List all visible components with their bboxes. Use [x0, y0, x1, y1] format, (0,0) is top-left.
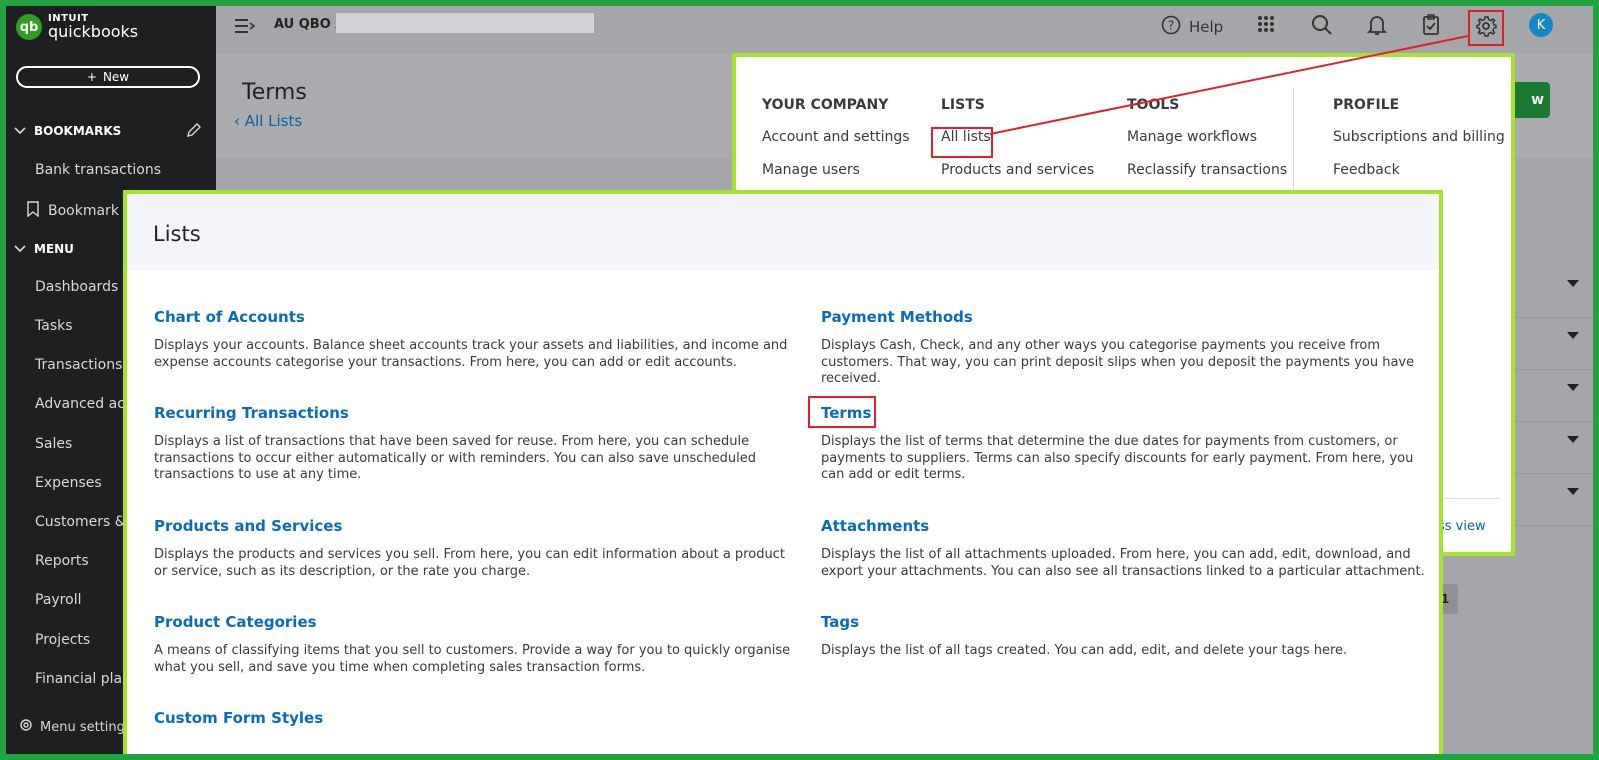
menu-item-manage-workflows[interactable]: Manage workflows [1127, 129, 1287, 145]
caret-down-icon[interactable] [1567, 436, 1579, 443]
sidebar-item-sales[interactable]: Sales [35, 436, 72, 452]
payment-methods-link[interactable]: Payment Methods [821, 308, 973, 326]
chart-of-accounts-desc: Displays your accounts. Balance sheet ac… [154, 338, 788, 370]
menu-item-subscriptions-billing[interactable]: Subscriptions and billing [1333, 129, 1505, 145]
top-bar: AU QBO A ? Help K [216, 6, 1593, 54]
sidebar-item-customers-leads[interactable]: Customers & l [35, 514, 134, 530]
lists-title: Lists [153, 222, 201, 246]
sidebar-item-financial-planning[interactable]: Financial plan [35, 671, 131, 687]
menu-header-tools: TOOLS [1127, 97, 1180, 113]
sidebar-item-tasks[interactable]: Tasks [35, 318, 73, 334]
menu-header-lists: LISTS [941, 97, 985, 113]
menu-header[interactable]: MENU [14, 242, 74, 256]
caret-down-icon[interactable] [1567, 384, 1579, 391]
menu-item-reclassify-transactions[interactable]: Reclassify transactions [1127, 162, 1287, 178]
app-window: qb INTUIT quickbooks + New BOOKMARKS Ban… [6, 6, 1593, 754]
collapse-menu-icon[interactable] [234, 18, 256, 38]
logo-quickbooks-text: quickbooks [48, 22, 139, 41]
terms-desc: Displays the list of terms that determin… [821, 434, 1414, 482]
caret-down-icon[interactable] [1567, 280, 1579, 287]
product-categories-link[interactable]: Product Categories [154, 613, 317, 631]
sidebar-item-expenses[interactable]: Expenses [35, 475, 102, 491]
sidebar-item-payroll[interactable]: Payroll [35, 592, 81, 608]
sidebar-item-bank-transactions[interactable]: Bank transactions [35, 162, 161, 178]
gear-icon [1475, 15, 1497, 41]
all-lists-highlight-box [931, 127, 993, 158]
payment-methods-desc: Displays Cash, Check, and any other ways… [821, 338, 1415, 386]
menu-header-label: MENU [34, 242, 74, 256]
bookmarks-header-label: BOOKMARKS [34, 124, 122, 138]
gear-icon [18, 717, 34, 737]
svg-text:?: ? [1168, 19, 1174, 33]
product-categories-desc: A means of classifying items that you se… [154, 643, 791, 675]
menu-header-profile: PROFILE [1333, 97, 1400, 113]
attachments-desc: Displays the list of all attachments upl… [821, 547, 1425, 579]
menu-column-your-company: YOUR COMPANY Account and settings Manage… [762, 97, 910, 195]
products-services-desc: Displays the products and services you s… [154, 547, 785, 579]
menu-item-account-settings[interactable]: Account and settings [762, 129, 910, 145]
sidebar-item-dashboards[interactable]: Dashboards [35, 279, 118, 295]
sidebar-item-transactions[interactable]: Transactions [35, 357, 122, 373]
attachments-link[interactable]: Attachments [821, 517, 929, 535]
new-button[interactable]: + New [16, 66, 200, 88]
sidebar-item-reports[interactable]: Reports [35, 553, 89, 569]
caret-down-icon[interactable] [1567, 332, 1579, 339]
sidebar-item-projects[interactable]: Projects [35, 632, 90, 648]
qb-logo-icon: qb [16, 14, 42, 40]
menu-settings-label: Menu setting [40, 719, 125, 735]
bookmark-label: Bookmark t [48, 203, 129, 219]
bookmark-icon [26, 201, 40, 221]
sidebar-item-bookmark-this-page[interactable]: Bookmark t [26, 201, 129, 221]
apps-grid-icon[interactable] [1256, 14, 1276, 38]
menu-divider [1293, 87, 1294, 197]
tags-link[interactable]: Tags [821, 613, 859, 631]
chevron-left-icon: ‹ [234, 112, 245, 130]
menu-settings-button[interactable]: Menu setting [18, 717, 125, 737]
menu-item-feedback[interactable]: Feedback [1333, 162, 1505, 178]
chart-of-accounts-link[interactable]: Chart of Accounts [154, 308, 305, 326]
chevron-down-icon [14, 242, 26, 256]
page-title: Terms [242, 80, 307, 105]
question-circle-icon: ? [1161, 15, 1181, 39]
bookmarks-header[interactable]: BOOKMARKS [14, 124, 121, 138]
user-avatar[interactable]: K [1529, 13, 1553, 37]
back-to-all-lists-link[interactable]: ‹ All Lists [234, 112, 302, 130]
plus-icon: + [86, 70, 97, 84]
menu-header-your-company: YOUR COMPANY [762, 97, 889, 113]
chevron-down-icon [14, 124, 26, 138]
recurring-transactions-link[interactable]: Recurring Transactions [154, 404, 349, 422]
back-link-label: All Lists [244, 112, 303, 130]
tags-desc: Displays the list of all tags created. Y… [821, 643, 1348, 658]
custom-form-styles-link[interactable]: Custom Form Styles [154, 709, 323, 727]
lists-panel-header: Lists [127, 194, 1439, 270]
redacted-company-name [336, 13, 594, 33]
bell-icon[interactable] [1366, 14, 1388, 40]
clipboard-check-icon[interactable] [1422, 14, 1440, 40]
help-label: Help [1189, 18, 1224, 36]
company-name: AU QBO A [274, 17, 346, 32]
menu-item-manage-users[interactable]: Manage users [762, 162, 910, 178]
new-button-label: New [102, 70, 130, 84]
lists-panel: Lists Chart of Accounts Displays your ac… [123, 190, 1443, 754]
search-icon[interactable] [1311, 14, 1333, 40]
edit-pencil-icon[interactable] [186, 122, 202, 142]
caret-down-icon[interactable] [1567, 488, 1579, 495]
quickbooks-logo[interactable]: qb INTUIT quickbooks [16, 14, 138, 40]
sidebar-item-advanced-accounting[interactable]: Advanced acc [35, 396, 133, 412]
terms-link[interactable]: Terms [821, 404, 871, 422]
menu-item-products-services[interactable]: Products and services [941, 162, 1094, 178]
recurring-transactions-desc: Displays a list of transactions that hav… [154, 434, 757, 482]
menu-column-tools: TOOLS Manage workflows Reclassify transa… [1127, 97, 1287, 195]
menu-column-profile: PROFILE Subscriptions and billing Feedba… [1333, 97, 1505, 195]
help-button[interactable]: ? Help [1161, 15, 1223, 39]
settings-gear-button[interactable] [1468, 10, 1504, 46]
products-services-link[interactable]: Products and Services [154, 517, 342, 535]
